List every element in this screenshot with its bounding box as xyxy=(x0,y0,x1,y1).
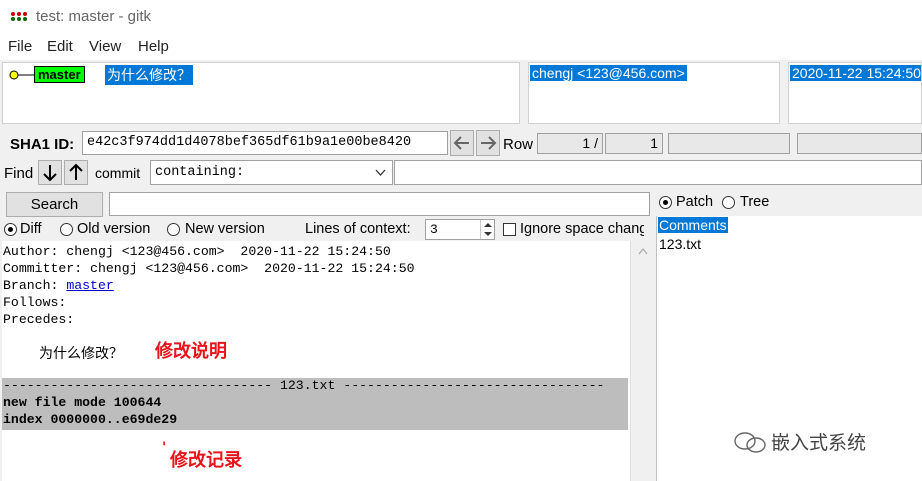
branch-link[interactable]: master xyxy=(66,278,113,293)
find-input[interactable] xyxy=(394,160,922,185)
row-current: 1 / xyxy=(537,133,603,154)
annotation-change-note: 修改说明 xyxy=(155,341,227,362)
follows-line: Follows: xyxy=(3,295,67,310)
sha1-label: SHA1 ID: xyxy=(10,136,75,153)
precedes-line: Precedes: xyxy=(3,312,75,327)
gitk-app-icon xyxy=(11,12,29,22)
committer-line: Committer: chengj <123@456.com> 2020-11-… xyxy=(3,261,415,276)
watermark-text: 嵌入式系统 xyxy=(771,433,867,454)
commit-date-pane[interactable]: 2020-11-22 15:24:50 xyxy=(788,62,922,124)
context-label: Lines of context: xyxy=(305,221,411,237)
file-diff-header: ---------------------------------- 123.t… xyxy=(2,378,628,430)
search-button[interactable]: Search xyxy=(6,192,103,217)
context-spinner[interactable] xyxy=(480,220,494,239)
file-list-item-123txt[interactable]: 123.txt xyxy=(659,236,701,252)
commit-author-pane[interactable]: chengj <123@456.com> xyxy=(528,62,780,124)
scroll-up-icon xyxy=(638,247,648,255)
chevron-down-icon xyxy=(375,169,386,176)
commit-node-icon xyxy=(9,70,35,80)
file-index-line: index 0000000..e69de29 xyxy=(3,412,178,427)
commit-author[interactable]: chengj <123@456.com> xyxy=(530,65,687,81)
status-field xyxy=(797,133,922,154)
down-arrow-icon xyxy=(43,165,57,182)
ignore-space-checkbox[interactable] xyxy=(503,223,516,236)
patch-radio[interactable] xyxy=(659,196,672,209)
new-version-label: New version xyxy=(185,221,265,237)
branch-tag-master[interactable]: master xyxy=(34,66,85,83)
title-bar: test: master - gitk xyxy=(0,0,922,34)
spin-arrows-icon xyxy=(484,223,492,236)
file-list-item-comments[interactable]: Comments xyxy=(658,217,728,233)
left-arrow-icon xyxy=(453,136,469,150)
commit-message[interactable]: 为什么修改？ xyxy=(105,65,193,85)
new-version-radio[interactable] xyxy=(167,223,180,236)
author-line: Author: chengj <123@456.com> 2020-11-22 … xyxy=(3,244,391,259)
up-arrow-icon xyxy=(69,163,83,180)
sha1-input[interactable]: e42c3f974dd1d4078bef365df61b9a1e00be8420 xyxy=(82,131,448,155)
window-title: test: master - gitk xyxy=(36,8,152,25)
tree-radio[interactable] xyxy=(722,196,735,209)
annotation-mark: ' xyxy=(162,440,167,456)
row-total: 1 xyxy=(605,133,663,154)
wechat-icon xyxy=(734,431,766,453)
old-version-label: Old version xyxy=(77,221,151,237)
branch-line-label: Branch: xyxy=(3,278,67,293)
menu-edit[interactable]: Edit xyxy=(47,38,73,55)
menu-view[interactable]: View xyxy=(89,38,121,55)
diff-radio-label: Diff xyxy=(20,221,42,237)
right-arrow-icon xyxy=(481,136,497,150)
commit-body-message: 为什么修改？ xyxy=(39,345,123,361)
find-type-label: commit xyxy=(95,165,141,181)
find-label: Find xyxy=(4,165,34,182)
diff-radio[interactable] xyxy=(4,223,17,236)
annotation-change-record: 修改记录 xyxy=(170,450,242,471)
find-mode-select[interactable]: containing: xyxy=(150,160,393,185)
patch-radio-label: Patch xyxy=(676,194,714,210)
find-mode-value: containing: xyxy=(155,165,245,180)
ignore-space-label: Ignore space chang xyxy=(520,221,644,237)
find-next-button[interactable] xyxy=(38,160,62,185)
find-prev-button[interactable] xyxy=(64,160,88,185)
diff-scrollbar[interactable] xyxy=(630,241,656,481)
progress-bar xyxy=(668,133,790,154)
diff-details-pane[interactable]: Author: chengj <123@456.com> 2020-11-22 … xyxy=(2,241,630,481)
file-header-line: ---------------------------------- 123.t… xyxy=(3,378,605,393)
commit-graph-pane[interactable]: master 为什么修改？ xyxy=(2,62,520,124)
menu-help[interactable]: Help xyxy=(138,38,169,55)
tree-radio-label: Tree xyxy=(740,194,770,210)
branch-line: Branch: master xyxy=(3,278,114,293)
back-button[interactable] xyxy=(450,130,474,156)
watermark: 嵌入式系统 xyxy=(733,428,866,455)
file-mode-line: new file mode 100644 xyxy=(3,395,162,410)
commit-date[interactable]: 2020-11-22 15:24:50 xyxy=(790,65,921,81)
forward-button[interactable] xyxy=(476,130,500,156)
old-version-radio[interactable] xyxy=(60,223,73,236)
menu-bar: File Edit View Help xyxy=(0,34,922,60)
row-label: Row xyxy=(503,136,534,153)
menu-file[interactable]: File xyxy=(8,38,32,55)
search-input[interactable] xyxy=(109,192,650,216)
